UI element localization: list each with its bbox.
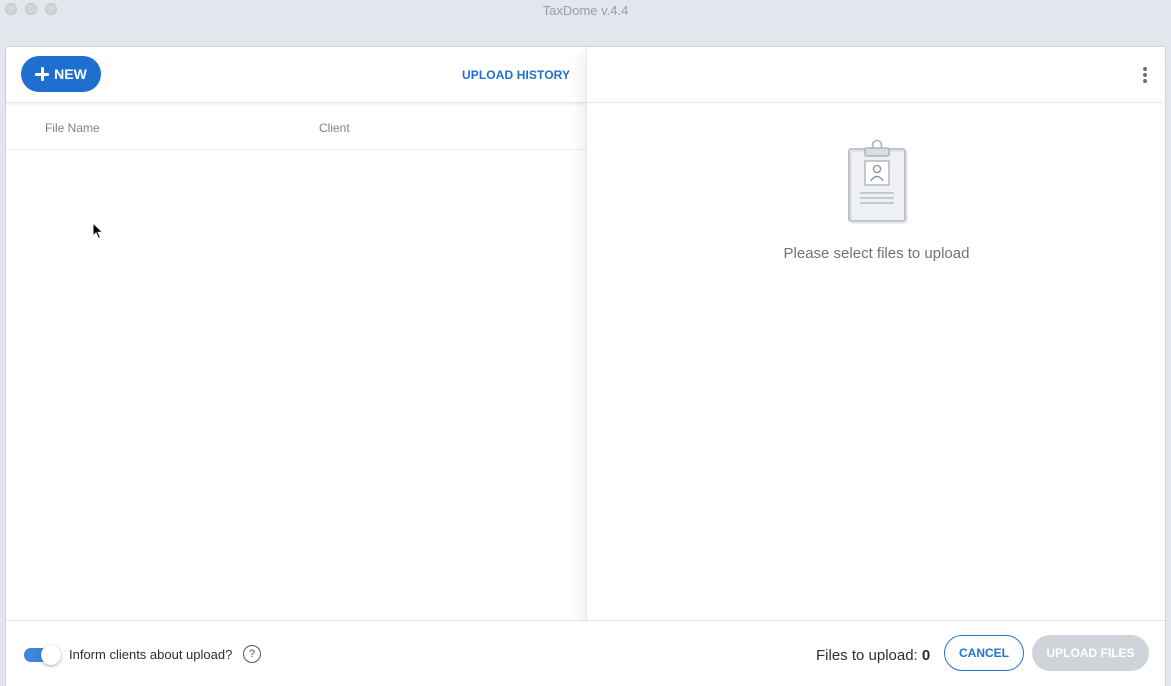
file-table-body <box>6 150 586 620</box>
file-table-header: File Name Client <box>6 103 586 150</box>
more-vertical-icon[interactable] <box>1143 67 1147 83</box>
column-header-file-name[interactable]: File Name <box>45 121 100 135</box>
plus-icon <box>35 67 50 81</box>
toggle-knob <box>41 645 61 665</box>
preview-panel: Please select files to upload <box>586 47 1166 620</box>
files-to-upload-status: Files to upload: 0 <box>816 647 930 664</box>
upload-footer: Inform clients about upload? ? Files to … <box>6 620 1165 686</box>
mouse-cursor-icon <box>92 222 104 240</box>
preview-toolbar <box>587 47 1166 103</box>
window-title: TaxDome v.4.4 <box>542 3 629 18</box>
new-button-label: NEW <box>54 66 87 82</box>
upload-app: NEW UPLOAD HISTORY File Name Client Plea… <box>5 46 1166 686</box>
column-header-client[interactable]: Client <box>319 121 350 135</box>
clipboard-icon <box>847 139 907 224</box>
cancel-button[interactable]: CANCEL <box>944 635 1024 671</box>
inform-clients-label: Inform clients about upload? <box>69 647 233 662</box>
upload-history-link[interactable]: UPLOAD HISTORY <box>462 68 570 82</box>
empty-state: Please select files to upload <box>587 139 1166 262</box>
file-list-toolbar: NEW UPLOAD HISTORY <box>6 47 586 103</box>
inform-clients-toggle[interactable] <box>24 645 62 665</box>
files-to-upload-count: 0 <box>921 647 931 664</box>
files-to-upload-label: Files to upload: <box>816 647 918 664</box>
empty-state-message: Please select files to upload <box>783 245 970 262</box>
new-button[interactable]: NEW <box>21 56 101 92</box>
window-titlebar: TaxDome v.4.4 <box>0 0 1171 46</box>
file-list-panel: NEW UPLOAD HISTORY File Name Client <box>6 47 586 620</box>
upload-files-button[interactable]: UPLOAD FILES <box>1032 635 1149 671</box>
help-icon[interactable]: ? <box>243 645 261 663</box>
